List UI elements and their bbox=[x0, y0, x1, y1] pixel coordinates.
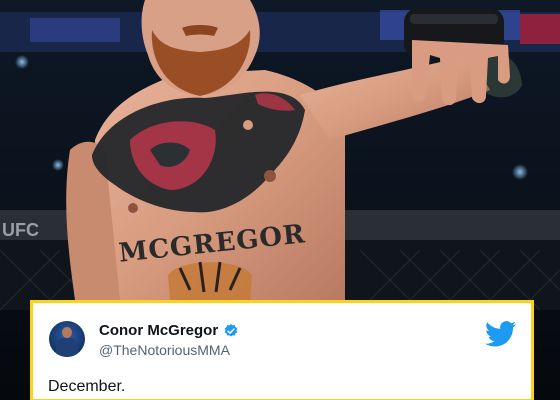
name-row: Conor McGregor bbox=[99, 322, 239, 339]
display-name[interactable]: Conor McGregor bbox=[99, 322, 218, 339]
avatar[interactable] bbox=[49, 321, 85, 357]
twitter-bird-icon[interactable] bbox=[485, 321, 517, 347]
verified-badge-icon bbox=[223, 323, 239, 339]
tweet-text: December. bbox=[48, 378, 126, 395]
tweet-card[interactable]: Conor McGregor @TheNotoriousMMA December… bbox=[30, 300, 534, 400]
svg-text:UFC: UFC bbox=[2, 220, 39, 240]
user-handle[interactable]: @TheNotoriousMMA bbox=[99, 342, 230, 358]
tiger-tattoo bbox=[168, 261, 252, 300]
